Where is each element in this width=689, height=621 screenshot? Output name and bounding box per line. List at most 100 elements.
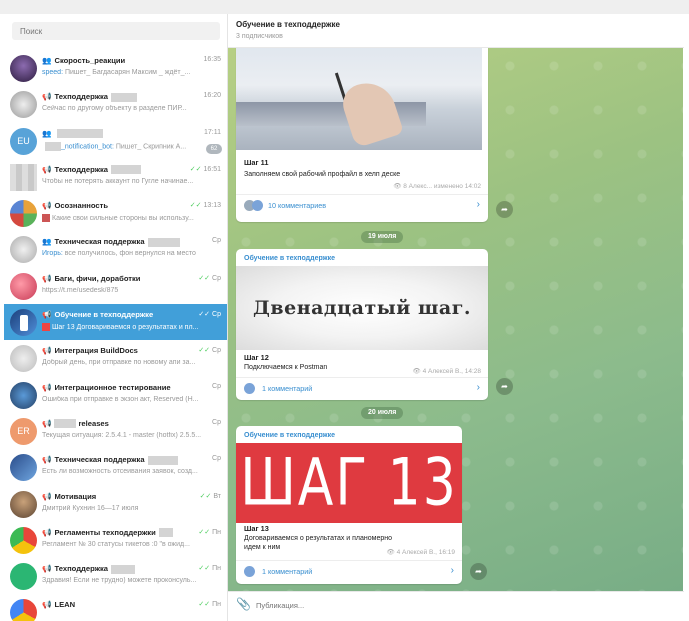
chat-name: 📢 Мотивация xyxy=(42,491,97,501)
date-separator: 20 июля xyxy=(361,407,404,419)
window-top-bar xyxy=(0,0,689,14)
chat-name: 👥 Техническая поддержка xyxy=(42,237,182,247)
channel-post: Обучение в техподдержке ШАГ 13 Шаг 13 До… xyxy=(236,426,462,584)
read-check-icon: ✓✓ xyxy=(198,528,211,536)
chat-preview: Есть ли возможность отсеивания заявок, с… xyxy=(42,468,198,476)
post-image-text: Двенадцатый шаг. xyxy=(253,297,471,319)
preview-thumbnail xyxy=(42,214,50,223)
redacted-text xyxy=(57,129,104,139)
chat-preview: https://t.me/usedesk/875 xyxy=(42,286,119,294)
chat-item[interactable]: 📢 Интеграционное тестирование Ср Ошибка п… xyxy=(4,377,227,413)
chat-avatar: EU xyxy=(10,127,37,155)
person-icon xyxy=(19,314,28,331)
chat-item[interactable]: ER 📢 releases Ср Текущая ситуация: 2.5.4.… xyxy=(4,413,227,449)
post-text: Договариваемся о результатах и планомерн… xyxy=(244,535,393,551)
chat-item-active[interactable]: 📢 Обучение в техподдержке ✓✓ Ср Шаг 13 Дог… xyxy=(4,304,227,341)
unread-badge: 62 xyxy=(206,143,222,154)
chat-time: Ср xyxy=(212,455,221,463)
chat-avatar xyxy=(10,91,37,119)
chat-time: ✓✓ Ср xyxy=(198,274,221,282)
chat-avatar xyxy=(10,345,37,373)
chat-name: 📢 LEAN xyxy=(42,600,76,610)
chat-item[interactable]: 📢 Техподдержка ✓✓ Пн Здравия! Если не труд… xyxy=(4,558,227,594)
chat-item[interactable]: 📢 Осознанность ✓✓ 13:13 Какие свои сильные… xyxy=(4,195,227,231)
chat-item[interactable]: 📢 Мотивация ✓✓ Вт Дмитрий Кухнин 16—17 июл… xyxy=(4,486,227,522)
search-input[interactable] xyxy=(12,22,218,40)
post-step-title: Шаг 13 xyxy=(244,524,269,533)
chat-preview: Ошибка при отправке в экзон акт, Reserve… xyxy=(42,395,199,403)
channel-header[interactable]: Обучение в техподдержке 3 подписчиков xyxy=(228,14,684,48)
read-check-icon: ✓✓ xyxy=(198,274,211,282)
chat-item[interactable]: 📢 Техподдержка ✓✓ 16:51 Чтобы не потерять … xyxy=(4,159,227,195)
chat-preview: Текущая ситуация: 2.5.4.1 - master (hotf… xyxy=(42,431,202,439)
commenter-avatar xyxy=(244,566,255,577)
post-image-text: ШАГ 13 xyxy=(240,445,458,521)
redacted-text xyxy=(111,92,138,102)
chat-item[interactable]: 📢 LEAN ✓✓ Пн xyxy=(4,594,227,621)
read-check-icon: ✓✓ xyxy=(198,601,211,609)
share-button[interactable]: ➦ xyxy=(496,201,513,218)
channel-icon: 📢 xyxy=(42,564,52,574)
chat-time: Ср xyxy=(212,418,221,426)
chat-item[interactable]: 📢 Интеграция BuildDocs ✓✓ Ср Добрый день, … xyxy=(4,340,227,376)
redacted-text xyxy=(111,165,142,175)
read-check-icon: ✓✓ xyxy=(189,165,202,173)
chat-item[interactable]: 👥 Техническая поддержка Ср Игорь: все пол… xyxy=(4,231,227,267)
channel-title: Обучение в техподдержке xyxy=(236,20,340,29)
post-author: Обучение в техподдержке xyxy=(244,432,335,439)
channel-icon: 📢 xyxy=(42,310,52,320)
chat-time: ✓✓ Пн xyxy=(198,601,221,609)
chat-name: 📢 Техподдержка xyxy=(42,165,182,175)
chat-time: ✓✓ Пн xyxy=(198,565,221,573)
comments-button[interactable]: 1 комментарий › xyxy=(236,378,488,400)
read-check-icon: ✓✓ xyxy=(199,492,212,500)
channel-icon: 📢 xyxy=(42,491,52,501)
share-button[interactable]: ➦ xyxy=(496,378,513,395)
chat-time: ✓✓ Ср xyxy=(198,311,221,319)
chat-avatar xyxy=(10,55,37,82)
channel-post: Обучение в техподдержке Двенадцатый шаг.… xyxy=(236,249,488,400)
chat-avatar xyxy=(10,381,37,409)
chat-preview: Чтобы не потерять аккаунт по Гугле начин… xyxy=(42,177,194,185)
chevron-right-icon: › xyxy=(476,382,480,393)
chat-preview: Шаг 13 Договариваемся о результатах и пл… xyxy=(42,323,218,332)
post-image: Двенадцатый шаг. xyxy=(236,266,488,350)
chat-avatar xyxy=(10,200,37,228)
comments-count: 1 комментарий xyxy=(262,567,313,576)
channel-icon: 📢 xyxy=(42,92,52,102)
post-meta: 👁 4 Алексей В., 16:19 xyxy=(386,549,455,556)
post-text: Заполняем свой рабочий профайл в хелп де… xyxy=(244,171,401,178)
eye-icon: 👁 xyxy=(412,368,423,375)
chat-name: 📢 Баги, фичи, доработки xyxy=(42,273,141,283)
chat-item[interactable]: 📢 Техническая поддержка Ср Есть ли возмож… xyxy=(4,449,227,485)
channel-icon: 📢 xyxy=(42,382,52,392)
post-text: Подключаемся к Postman xyxy=(244,364,328,371)
share-button[interactable]: ➦ xyxy=(470,563,487,580)
chat-item[interactable]: 📢 Баги, фичи, доработки ✓✓ Ср https://t.me… xyxy=(4,268,227,304)
paperclip-icon[interactable]: 📎 xyxy=(236,597,251,611)
comments-button[interactable]: 1 комментарий › xyxy=(236,561,462,583)
chat-item[interactable]: 👥 Скорость_реакции 16:35 speed: Пишет_ Ба… xyxy=(4,50,227,86)
post-meta: 👁 8 Алекс... изменено 14:02 xyxy=(393,183,481,190)
channel-icon: 📢 xyxy=(42,418,52,428)
group-icon: 👥 xyxy=(42,56,52,65)
read-check-icon: ✓✓ xyxy=(189,202,202,210)
chat-item[interactable]: 📢 Техподдержка 16:20 Сейчас по другому об… xyxy=(4,86,227,122)
chevron-right-icon: › xyxy=(450,565,454,576)
preview-thumbnail xyxy=(42,323,50,332)
chat-time: 16:35 xyxy=(203,56,221,63)
chat-item[interactable]: 📢 Регламенты техподдержки ✓✓ Пн Регламент … xyxy=(4,522,227,558)
post-image-painting xyxy=(236,48,482,150)
chat-avatar xyxy=(10,454,37,482)
redacted-text xyxy=(45,141,61,151)
chat-item[interactable]: EU 👥 17:11 _notification_bot: Пишет_ Скр… xyxy=(4,123,227,159)
message-input[interactable] xyxy=(254,597,658,613)
comments-button[interactable]: 10 комментариев › xyxy=(236,195,488,217)
chat-name: 📢 Техническая поддержка xyxy=(42,455,182,465)
chat-avatar xyxy=(10,599,37,621)
chat-preview: Регламент № 30 статусы тикетов :0 "в ожи… xyxy=(42,540,190,548)
hand-icon xyxy=(337,75,405,149)
chat-preview: _notification_bot: Пишет_ Скрипник А... xyxy=(42,141,218,151)
search-box xyxy=(12,22,220,40)
chat-avatar xyxy=(10,309,37,337)
